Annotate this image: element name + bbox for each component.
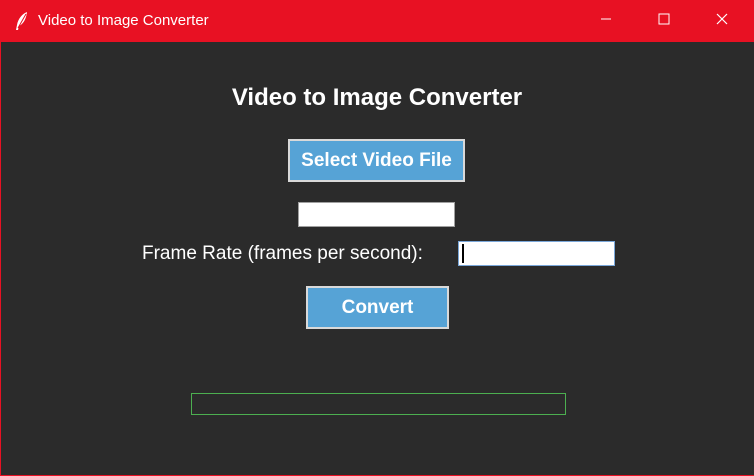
close-icon bbox=[716, 12, 728, 30]
file-path-field[interactable] bbox=[298, 202, 455, 227]
close-button[interactable] bbox=[693, 0, 751, 42]
maximize-icon bbox=[658, 12, 670, 30]
title-bar[interactable]: Video to Image Converter bbox=[1, 0, 754, 42]
app-window: Video to Image Converter Video to Image … bbox=[0, 0, 754, 476]
minimize-icon bbox=[600, 12, 612, 30]
window-title: Video to Image Converter bbox=[38, 12, 209, 29]
frame-rate-label: Frame Rate (frames per second): bbox=[142, 243, 423, 264]
feather-icon bbox=[13, 11, 31, 31]
maximize-button[interactable] bbox=[635, 0, 693, 42]
convert-button[interactable]: Convert bbox=[306, 286, 449, 329]
frame-rate-input[interactable] bbox=[458, 241, 615, 266]
progress-bar bbox=[191, 393, 566, 415]
page-title: Video to Image Converter bbox=[231, 84, 523, 111]
text-caret bbox=[462, 244, 464, 263]
minimize-button[interactable] bbox=[577, 0, 635, 42]
select-video-file-button[interactable]: Select Video File bbox=[288, 139, 465, 182]
